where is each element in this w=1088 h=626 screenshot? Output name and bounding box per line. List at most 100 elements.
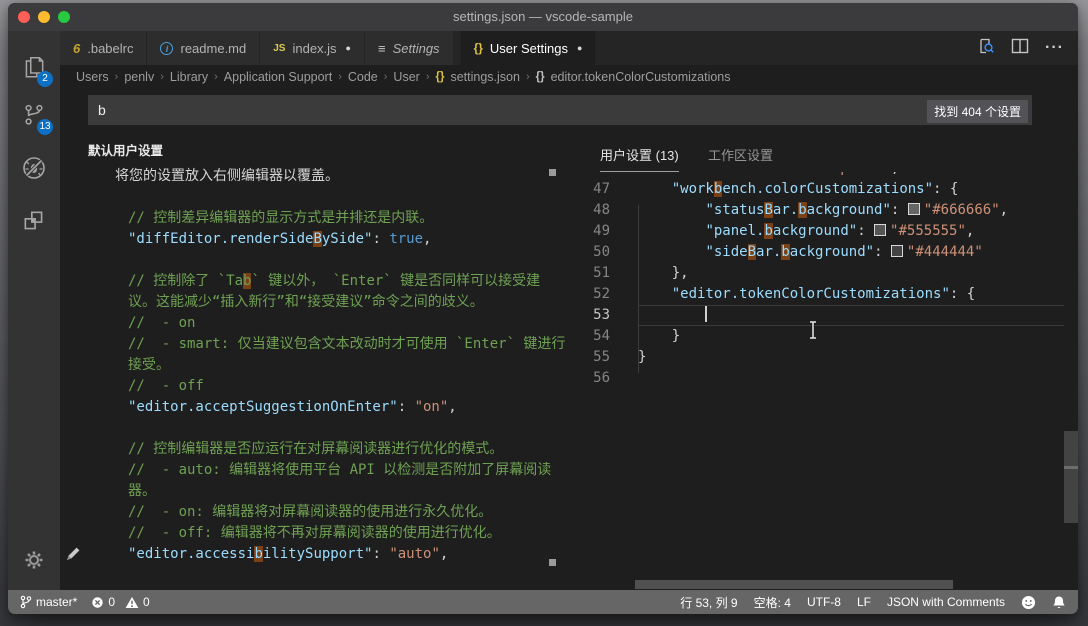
more-actions-icon[interactable]: ··· [1045,40,1064,56]
tab-settings-preview[interactable]: ≡ Settings [364,31,454,65]
user-settings-code: 46 "search.location": "panel",47 "workbe… [578,158,1064,389]
window-title: settings.json — vscode-sample [453,9,633,24]
code-line: 49 "panel.background": "#555555", [578,221,1064,242]
javascript-icon: JS [273,42,286,54]
default-settings-code: 将您的设置放入右侧编辑器以覆盖。 // 控制差异编辑器的显示方式是并排还是内联。 "… [60,166,568,565]
default-settings-title: 默认用户设置 [88,144,164,158]
explorer-icon[interactable]: 2 [8,45,60,89]
feedback-smiley-icon[interactable] [1021,595,1036,610]
activity-bar: 2 13 [8,31,60,590]
code-line: 55} [578,347,1064,368]
chevron-right-icon: › [383,70,388,83]
code-line: "diffEditor.renderSideBySide": true, [128,231,432,247]
encoding-indicator[interactable]: UTF-8 [807,595,841,609]
debug-icon[interactable] [8,146,60,190]
line-number: 52 [593,286,610,302]
code-line: // - auto: 编辑器将使用平台 API 以检测是否附加了屏幕阅读 [128,462,552,478]
git-branch-icon [20,595,32,609]
tab-label: User Settings [489,40,568,56]
explorer-badge: 2 [37,71,53,87]
code-line: 52 "editor.tokenColorCustomizations": { [578,284,1064,305]
title-bar: settings.json — vscode-sample [8,3,1078,31]
extensions-icon[interactable] [8,199,60,243]
language-mode-indicator[interactable]: JSON with Comments [887,595,1005,609]
breadcrumb-item[interactable]: Application Support [224,70,332,84]
modified-dot-icon: ● [576,43,583,53]
cursor-position[interactable]: 行 53, 列 9 [680,594,737,611]
branch-name: master* [36,595,78,609]
vertical-scrollbar[interactable] [1064,431,1078,523]
warning-count: 0 [143,595,150,609]
line-number: 50 [593,244,610,260]
breadcrumb-item[interactable]: Code [348,70,378,84]
chevron-right-icon: › [338,70,342,83]
list-icon: ≡ [377,40,386,56]
tab-babelrc[interactable]: 6 .babelrc [60,31,148,65]
horizontal-scrollbar[interactable] [635,580,953,589]
color-swatch[interactable] [907,203,920,215]
edit-pencil-icon[interactable] [65,545,82,567]
eol-indicator[interactable]: LF [857,595,871,609]
breadcrumb-item[interactable]: Library [170,70,208,84]
code-line: 54 } [578,326,1064,347]
line-number: 48 [593,202,610,218]
tab-label: Settings [392,40,440,56]
settings-count-badge: 找到 404 个设置 [927,100,1028,123]
error-count: 0 [108,595,116,609]
code-line: // - off [128,378,204,394]
tab-indexjs[interactable]: JS index.js ● [260,31,365,65]
tab-bar: 6 .babelrc i readme.md JS index.js ● ≡ S… [60,31,1078,65]
breadcrumb-item[interactable]: Users [76,70,109,84]
problems-indicator[interactable]: 0 0 [91,595,150,609]
code-line: 议。这能减少“插入新行”和“接受建议”命令之间的歧义。 [128,294,484,310]
code-line: 53 [578,305,1064,326]
breadcrumb-item[interactable]: User [393,70,419,84]
breadcrumb: Users › penlv › Library › Application Su… [60,65,1078,88]
breadcrumb-item[interactable]: settings.json [450,70,519,84]
source-control-icon[interactable]: 13 [8,93,60,137]
vscode-window: settings.json — vscode-sample 2 13 6 .ba… [8,3,1078,614]
status-bar-right: 行 53, 列 9 空格: 4 UTF-8 LF JSON with Comme… [680,594,1066,611]
breadcrumb-item[interactable]: editor.tokenColorCustomizations [551,70,731,84]
code-line: 47 "workbench.colorCustomizations": { [578,179,1064,200]
color-swatch[interactable] [874,224,887,236]
code-line: // - smart: 仅当建议包含文本改动时才可使用 `Enter` 键进行 [128,336,566,352]
tab-user-settings[interactable]: {} User Settings ● [460,31,597,65]
code-line: "editor.accessibilitySupport": "auto", [128,546,449,562]
color-swatch[interactable] [890,245,903,257]
warning-icon [125,596,139,608]
tab-readme[interactable]: i readme.md [147,31,261,65]
code-line: 50 "sideBar.background": "#444444" [578,242,1064,263]
code-line: 器。 [128,483,156,499]
code-line: // - off: 编辑器将不再对屏幕阅读器的使用进行优化。 [128,525,501,541]
text-cursor [705,306,708,322]
code-line: 48 "statusBar.background": "#666666", [578,200,1064,221]
notifications-bell-icon[interactable] [1052,595,1066,610]
code-line: // 控制差异编辑器的显示方式是并排还是内联。 [128,210,434,226]
git-branch-indicator[interactable]: master* [20,595,77,609]
tab-workspace-settings-scope[interactable]: 工作区设置 [708,145,773,164]
tab-label: .babelrc [87,40,134,56]
breadcrumb-item[interactable]: penlv [124,70,154,84]
mouse-ibeam-cursor [806,320,820,345]
line-number: 51 [593,265,610,281]
chevron-right-icon: › [425,70,430,83]
chevron-right-icon: › [214,70,218,83]
chevron-right-icon: › [114,70,119,83]
code-line: // - on [128,315,196,331]
split-editor-icon[interactable] [1011,38,1029,59]
source-control-badge: 13 [37,119,53,135]
json-braces-icon: {} [473,41,483,55]
line-number: 53 [593,307,610,323]
overview-ruler-mark [549,559,556,566]
chevron-right-icon: › [160,70,164,83]
code-line: 接受。 [128,357,170,373]
settings-gear-icon[interactable] [8,542,60,578]
error-icon [92,596,104,608]
code-line: // 控制编辑器是否应运行在对屏幕阅读器进行优化的模式。 [128,441,504,457]
settings-search-input[interactable] [88,95,1032,125]
open-preview-icon[interactable] [977,37,995,60]
json-braces-icon: {} [535,70,545,83]
indentation-indicator[interactable]: 空格: 4 [754,594,791,611]
tab-user-settings-scope[interactable]: 用户设置 (13) [600,145,679,172]
